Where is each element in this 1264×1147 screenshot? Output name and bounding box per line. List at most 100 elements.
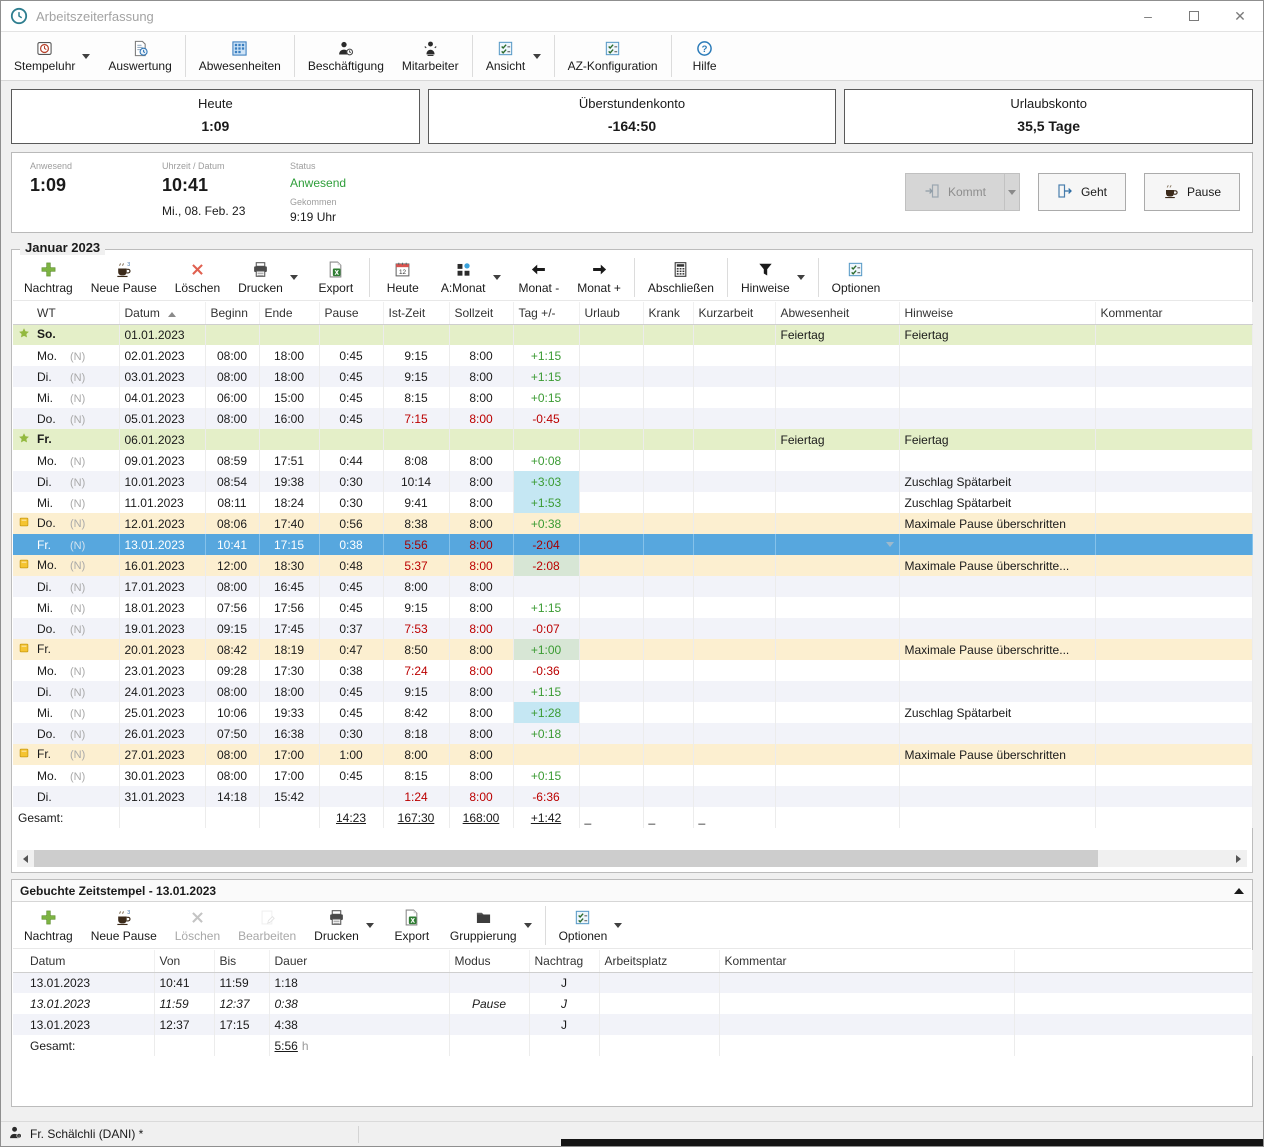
table-cell[interactable]: J <box>529 993 599 1014</box>
drucken-button[interactable]: Drucken <box>305 903 383 948</box>
column-header[interactable] <box>1014 950 1253 972</box>
table-cell[interactable]: 8:00 <box>383 576 449 597</box>
table-cell[interactable]: 7:24 <box>383 660 449 681</box>
table-cell[interactable]: 08:00 <box>205 366 259 387</box>
table-cell[interactable]: 15:42 <box>259 786 319 807</box>
table-cell[interactable]: 8:00 <box>449 597 513 618</box>
table-cell[interactable]: 13.01.2023 <box>119 534 205 555</box>
table-cell[interactable]: +1:53 <box>513 492 579 513</box>
table-cell[interactable] <box>643 555 693 576</box>
table-cell[interactable]: 16:38 <box>259 723 319 744</box>
table-cell[interactable]: 8:00 <box>449 618 513 639</box>
table-cell[interactable] <box>775 513 899 534</box>
table-cell[interactable] <box>693 660 775 681</box>
table-cell[interactable] <box>643 576 693 597</box>
table-cell[interactable]: 17:56 <box>259 597 319 618</box>
table-cell[interactable] <box>693 744 775 765</box>
table-cell[interactable]: 0:37 <box>319 618 383 639</box>
table-cell[interactable] <box>899 807 1095 828</box>
chevron-down-icon[interactable] <box>82 54 90 59</box>
table-cell[interactable] <box>579 471 643 492</box>
table-cell[interactable] <box>643 723 693 744</box>
table-cell[interactable] <box>579 366 643 387</box>
table-cell[interactable] <box>643 345 693 366</box>
gruppierung-button[interactable]: Gruppierung <box>441 903 541 948</box>
table-cell[interactable]: 8:00 <box>449 744 513 765</box>
table-cell[interactable] <box>899 450 1095 471</box>
table-cell[interactable] <box>319 429 383 450</box>
table-cell[interactable]: 8:00 <box>449 366 513 387</box>
table-cell[interactable] <box>1095 450 1253 471</box>
table-cell[interactable]: 08:00 <box>205 345 259 366</box>
beschaeftigung-button[interactable]: Beschäftigung <box>299 32 393 80</box>
table-cell[interactable] <box>513 324 579 345</box>
table-cell[interactable]: 17:30 <box>259 660 319 681</box>
table-cell[interactable] <box>383 324 449 345</box>
table-cell[interactable] <box>579 534 643 555</box>
chevron-down-icon[interactable] <box>493 275 501 280</box>
export-button[interactable]: Export <box>383 903 441 948</box>
table-cell[interactable]: 10:06 <box>205 702 259 723</box>
table-cell[interactable]: +1:00 <box>513 639 579 660</box>
table-cell[interactable] <box>1095 471 1253 492</box>
table-cell[interactable]: 168:00 <box>449 807 513 828</box>
table-cell[interactable]: Di.(N) <box>13 576 119 597</box>
table-cell[interactable] <box>899 786 1095 807</box>
table-cell[interactable]: 8:00 <box>449 576 513 597</box>
table-cell[interactable]: 8:42 <box>383 702 449 723</box>
table-cell[interactable] <box>775 408 899 429</box>
table-cell[interactable] <box>775 345 899 366</box>
table-cell[interactable]: Di.(N) <box>13 681 119 702</box>
table-cell[interactable] <box>579 555 643 576</box>
table-cell[interactable] <box>775 681 899 702</box>
table-cell[interactable]: Do.(N) <box>13 408 119 429</box>
heute-button[interactable]: 12Heute <box>374 255 432 300</box>
neue-pause-button[interactable]: 3Neue Pause <box>82 903 166 948</box>
table-cell[interactable]: 08:00 <box>205 744 259 765</box>
table-cell[interactable]: 8:00 <box>449 786 513 807</box>
column-header[interactable]: Datum <box>13 950 154 972</box>
table-cell[interactable] <box>154 1035 214 1056</box>
table-cell[interactable]: 18:24 <box>259 492 319 513</box>
table-cell[interactable]: J <box>529 972 599 993</box>
hilfe-button[interactable]: ?Hilfe <box>676 32 734 80</box>
table-cell[interactable]: +0:18 <box>513 723 579 744</box>
table-cell[interactable]: 8:00 <box>449 639 513 660</box>
table-cell[interactable]: Feiertag <box>899 324 1095 345</box>
table-cell[interactable]: Maximale Pause überschritte... <box>899 555 1095 576</box>
table-cell[interactable] <box>775 555 899 576</box>
table-cell[interactable] <box>775 639 899 660</box>
table-cell[interactable]: 13.01.2023 <box>13 993 154 1014</box>
table-cell[interactable]: 9:15 <box>383 597 449 618</box>
table-cell[interactable]: 16.01.2023 <box>119 555 205 576</box>
table-cell[interactable]: 08:00 <box>205 765 259 786</box>
table-cell[interactable]: 1:00 <box>319 744 383 765</box>
table-cell[interactable]: Do.(N) <box>13 618 119 639</box>
table-cell[interactable] <box>599 972 719 993</box>
table-cell[interactable]: 16:45 <box>259 576 319 597</box>
table-cell[interactable]: 8:00 <box>449 450 513 471</box>
table-cell[interactable]: +3:03 <box>513 471 579 492</box>
table-cell[interactable]: 0:48 <box>319 555 383 576</box>
table-cell[interactable]: 9:15 <box>383 366 449 387</box>
column-header[interactable]: Datum <box>119 302 205 324</box>
table-cell[interactable]: Fr. <box>13 429 119 450</box>
table-cell[interactable]: 8:00 <box>449 345 513 366</box>
table-cell[interactable] <box>1095 807 1253 828</box>
table-cell[interactable]: 17:15 <box>214 1014 269 1035</box>
table-cell[interactable]: 0:30 <box>319 471 383 492</box>
table-cell[interactable]: Fr.(N) <box>13 744 119 765</box>
table-cell[interactable] <box>693 408 775 429</box>
table-cell[interactable] <box>899 765 1095 786</box>
table-cell[interactable] <box>579 702 643 723</box>
table-cell[interactable]: 08:00 <box>205 408 259 429</box>
table-cell[interactable] <box>643 681 693 702</box>
table-cell[interactable]: 0:38 <box>269 993 449 1014</box>
table-cell[interactable] <box>1095 576 1253 597</box>
table-cell[interactable]: Feiertag <box>775 429 899 450</box>
table-cell[interactable] <box>643 429 693 450</box>
table-cell[interactable]: 09:28 <box>205 660 259 681</box>
table-cell[interactable]: 8:00 <box>449 723 513 744</box>
table-cell[interactable] <box>599 1035 719 1056</box>
table-cell[interactable]: 18:19 <box>259 639 319 660</box>
